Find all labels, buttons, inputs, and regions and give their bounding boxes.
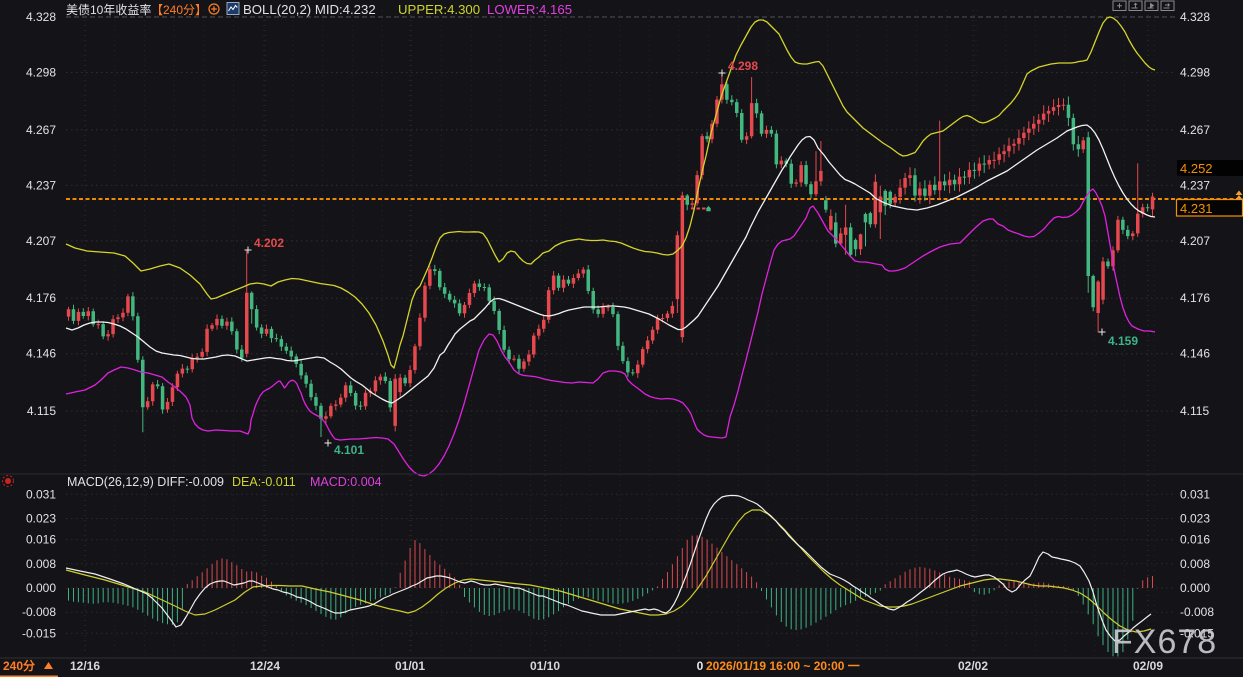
- svg-text:0.016: 0.016: [1180, 533, 1210, 547]
- svg-text:01/10: 01/10: [530, 659, 560, 673]
- svg-text:0.008: 0.008: [26, 557, 56, 571]
- svg-text:4.115: 4.115: [27, 404, 56, 418]
- svg-text:0.000: 0.000: [1180, 581, 1210, 595]
- svg-text:4.231: 4.231: [1180, 201, 1213, 216]
- svg-text:美债10年收益率: 美债10年收益率: [66, 2, 151, 17]
- svg-text:0.031: 0.031: [26, 487, 56, 501]
- svg-text:UPPER:4.300: UPPER:4.300: [398, 2, 480, 17]
- svg-text:4.207: 4.207: [26, 234, 56, 248]
- svg-text:0: 0: [697, 659, 704, 673]
- svg-text:4.237: 4.237: [1180, 178, 1210, 192]
- svg-text:4.237: 4.237: [26, 178, 56, 192]
- svg-text:12/24: 12/24: [250, 659, 280, 673]
- svg-text:4.115: 4.115: [1180, 404, 1209, 418]
- svg-text:4.176: 4.176: [1180, 291, 1210, 305]
- svg-text:4.298: 4.298: [26, 66, 56, 80]
- svg-text:4.176: 4.176: [26, 291, 56, 305]
- svg-text:0.031: 0.031: [1180, 487, 1210, 501]
- svg-text:0.016: 0.016: [26, 533, 56, 547]
- svg-text:LOWER:4.165: LOWER:4.165: [487, 2, 572, 17]
- svg-text:02/02: 02/02: [958, 659, 988, 673]
- svg-text:0.000: 0.000: [26, 581, 56, 595]
- svg-text:BOLL(20,2) MID:4.232: BOLL(20,2) MID:4.232: [243, 2, 376, 17]
- svg-text:4.252: 4.252: [1180, 161, 1213, 176]
- svg-text:2026/01/19 16:00 ~ 20:00 一: 2026/01/19 16:00 ~ 20:00 一: [706, 659, 860, 673]
- svg-text:01/01: 01/01: [395, 659, 425, 673]
- svg-text:240分: 240分: [3, 658, 35, 673]
- svg-text:02/09: 02/09: [1133, 659, 1163, 673]
- svg-text:12/16: 12/16: [70, 659, 100, 673]
- svg-text:4.101: 4.101: [334, 443, 364, 457]
- svg-text:0.023: 0.023: [1180, 511, 1210, 525]
- svg-text:-0.008: -0.008: [1180, 605, 1214, 619]
- svg-text:4.267: 4.267: [26, 123, 56, 137]
- svg-text:FX678: FX678: [1112, 623, 1217, 661]
- svg-text:4.207: 4.207: [1180, 234, 1210, 248]
- svg-text:4.202: 4.202: [254, 236, 284, 250]
- svg-text:0.008: 0.008: [1180, 557, 1210, 571]
- svg-text:4.298: 4.298: [728, 59, 758, 73]
- svg-text:【240分】: 【240分】: [151, 3, 207, 17]
- svg-text:-0.015: -0.015: [22, 626, 56, 640]
- svg-text:-0.008: -0.008: [22, 605, 56, 619]
- svg-text:DEA:-0.011: DEA:-0.011: [232, 475, 296, 489]
- svg-text:4.267: 4.267: [1180, 123, 1210, 137]
- svg-text:4.146: 4.146: [1180, 347, 1210, 361]
- svg-text:4.146: 4.146: [26, 347, 56, 361]
- svg-text:4.328: 4.328: [26, 10, 56, 24]
- svg-text:4.159: 4.159: [1108, 334, 1138, 348]
- svg-text:0.023: 0.023: [26, 511, 56, 525]
- svg-text:4.328: 4.328: [1180, 10, 1210, 24]
- svg-text:MACD:0.004: MACD:0.004: [310, 475, 382, 489]
- svg-text:4.298: 4.298: [1180, 66, 1210, 80]
- svg-text:MACD(26,12,9) DIFF:-0.009: MACD(26,12,9) DIFF:-0.009: [67, 475, 224, 489]
